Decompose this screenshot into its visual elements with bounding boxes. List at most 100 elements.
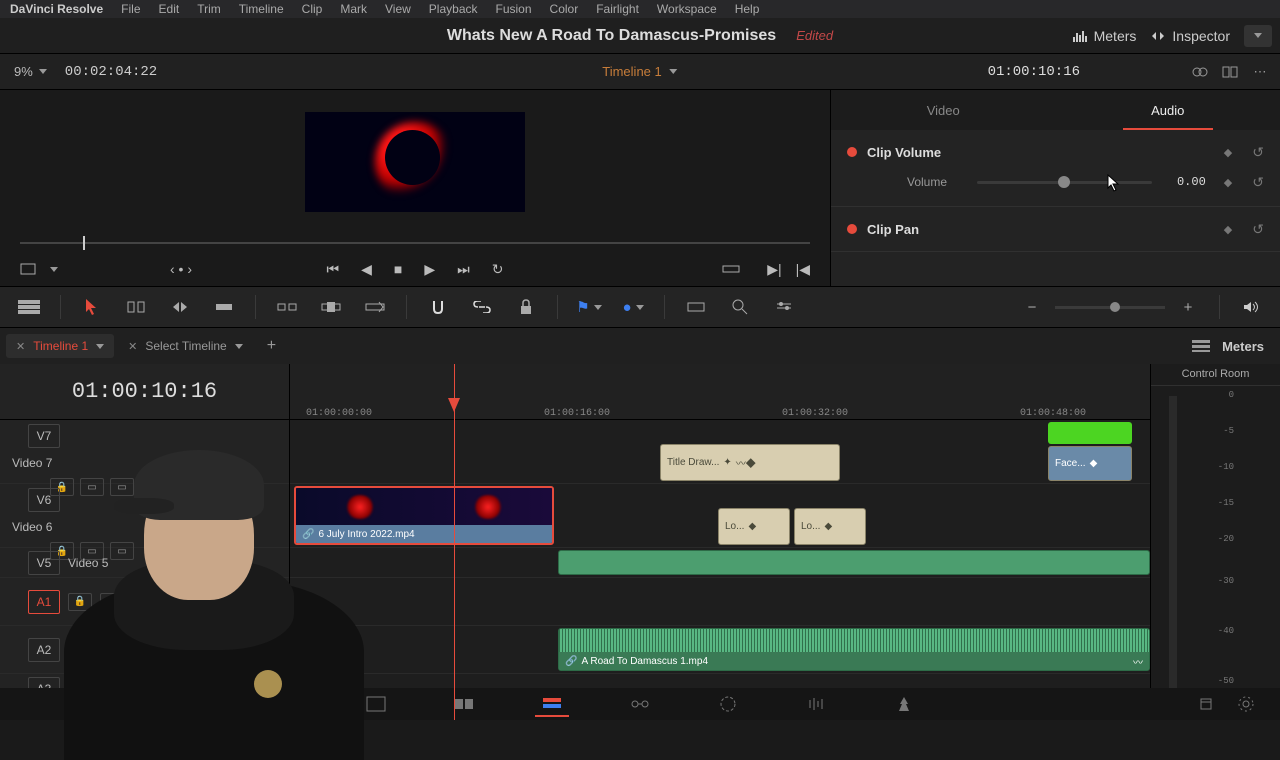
dynamic-trim-tool[interactable]	[167, 294, 193, 320]
deliver-page-button[interactable]	[890, 693, 918, 715]
track-lane-v6[interactable]: 🔗6 July Intro 2022.mp4 Lo...◆ Lo...◆	[290, 484, 1150, 548]
volume-slider[interactable]	[977, 181, 1152, 184]
single-dual-viewer-button[interactable]	[1220, 63, 1240, 81]
menu-trim[interactable]: Trim	[197, 2, 221, 16]
auto-select-icon[interactable]: ▭	[100, 593, 124, 611]
marker-dropdown[interactable]: ●	[620, 294, 646, 320]
lock-track-icon[interactable]: 🔒	[68, 593, 92, 611]
fusion-page-button[interactable]	[626, 693, 654, 715]
meters-panel-label[interactable]: Meters	[1222, 339, 1264, 354]
inspector-tab-video[interactable]: Video	[831, 90, 1056, 130]
blade-tool[interactable]	[211, 294, 237, 320]
cut-page-button[interactable]	[450, 693, 478, 715]
viewer-mode-dropdown[interactable]	[20, 263, 36, 275]
reset-button[interactable]: ↺	[1252, 174, 1264, 191]
layout-dropdown[interactable]	[1244, 25, 1272, 47]
lock-track-icon[interactable]: 🔒	[68, 641, 92, 659]
track-lane-a2[interactable]: 🔗A Road To Damascus 1.mp4〰	[290, 626, 1150, 674]
viewer-scrubber[interactable]	[20, 234, 810, 252]
in-out-button[interactable]	[722, 263, 740, 275]
selection-tool[interactable]	[79, 294, 105, 320]
menu-fairlight[interactable]: Fairlight	[596, 2, 639, 16]
viewer-canvas[interactable]	[0, 90, 830, 234]
viewer-options-button[interactable]: ⋯	[1250, 63, 1270, 81]
track-header-a1[interactable]: A1 🔒 ▭	[0, 578, 289, 626]
menu-file[interactable]: File	[121, 2, 140, 16]
jump-first-button[interactable]: ⏮	[327, 261, 340, 278]
clip-face[interactable]: Face...◆	[1048, 446, 1132, 481]
trim-tool[interactable]	[123, 294, 149, 320]
menu-fusion[interactable]: Fusion	[496, 2, 532, 16]
detail-zoom-button[interactable]	[727, 294, 753, 320]
snapping-toggle[interactable]	[425, 294, 451, 320]
viewer-timecode[interactable]: 01:00:10:16	[988, 64, 1080, 80]
flag-dropdown[interactable]: ⚑	[576, 294, 602, 320]
close-icon[interactable]: ✕	[128, 340, 137, 353]
keyframe-button[interactable]: ◆	[1224, 223, 1232, 236]
meters-toggle[interactable]: Meters	[1072, 28, 1137, 44]
stop-button[interactable]: ■	[394, 261, 402, 277]
zoom-in-button[interactable]: +	[1175, 294, 1201, 320]
volume-value[interactable]: 0.00	[1162, 175, 1206, 189]
track-id[interactable]: V5	[28, 551, 60, 575]
track-header-v7[interactable]: V7 Video 7 🔒 ▭ ▭	[0, 420, 289, 484]
timeline-ruler[interactable]: 01:00:00:00 01:00:16:00 01:00:32:00 01:0…	[290, 364, 1150, 420]
track-header-a2[interactable]: A2 🔒	[0, 626, 289, 674]
track-lane-v5[interactable]	[290, 548, 1150, 578]
menu-color[interactable]: Color	[550, 2, 579, 16]
overwrite-clip-button[interactable]	[318, 294, 344, 320]
timeline-view-options-button[interactable]	[16, 294, 42, 320]
menu-view[interactable]: View	[385, 2, 411, 16]
bypass-fx-button[interactable]	[1190, 63, 1210, 81]
clip-v5-strip[interactable]	[558, 550, 1150, 575]
close-icon[interactable]: ✕	[16, 340, 25, 353]
track-lane-a1[interactable]	[290, 578, 1150, 626]
menu-timeline[interactable]: Timeline	[239, 2, 284, 16]
timeline-tab-1[interactable]: ✕ Timeline 1	[6, 334, 114, 358]
keyframe-button[interactable]: ◆	[1224, 176, 1232, 189]
track-id[interactable]: V6	[28, 488, 60, 512]
clip-audio-main[interactable]: 🔗A Road To Damascus 1.mp4〰	[558, 628, 1150, 671]
track-id[interactable]: V7	[28, 424, 60, 448]
jump-last-button[interactable]: ⏭	[457, 261, 470, 278]
add-timeline-button[interactable]: +	[257, 337, 286, 355]
inspector-tab-audio[interactable]: Audio	[1056, 90, 1280, 130]
track-name[interactable]: Video 6	[8, 520, 281, 534]
zoom-out-button[interactable]: −	[1019, 294, 1045, 320]
color-page-button[interactable]	[714, 693, 742, 715]
media-page-button[interactable]	[362, 693, 390, 715]
viewer-zoom-dropdown[interactable]: 9%	[14, 64, 47, 79]
playhead-timecode[interactable]: 01:00:10:16	[0, 364, 289, 420]
replace-clip-button[interactable]	[362, 294, 388, 320]
timeline-zoom-slider[interactable]	[1055, 306, 1165, 309]
link-toggle[interactable]	[469, 294, 495, 320]
track-name[interactable]: Video 7	[8, 456, 281, 470]
fairlight-page-button[interactable]	[802, 693, 830, 715]
full-extent-zoom-button[interactable]	[683, 294, 709, 320]
menu-edit[interactable]: Edit	[159, 2, 180, 16]
monitor-audio-button[interactable]	[1238, 294, 1264, 320]
menu-playback[interactable]: Playback	[429, 2, 478, 16]
clip-intro-selected[interactable]: 🔗6 July Intro 2022.mp4	[294, 486, 554, 545]
keyframe-button[interactable]: ◆	[1224, 146, 1232, 159]
match-frame-button[interactable]: ‹ • ›	[170, 261, 192, 277]
timeline-name-dropdown[interactable]: Timeline 1	[602, 64, 661, 79]
clip-title-draw[interactable]: Title Draw...✦〰◆	[660, 444, 840, 481]
edit-page-button[interactable]	[538, 693, 566, 715]
clip-lo2[interactable]: Lo...◆	[794, 508, 866, 545]
play-reverse-button[interactable]: ◀	[361, 261, 372, 278]
custom-zoom-button[interactable]	[771, 294, 797, 320]
reset-button[interactable]: ↺	[1252, 221, 1264, 238]
insert-clip-button[interactable]	[274, 294, 300, 320]
project-settings-button[interactable]	[1232, 693, 1260, 715]
position-lock-toggle[interactable]	[513, 294, 539, 320]
inspector-toggle[interactable]: Inspector	[1150, 28, 1230, 44]
reset-button[interactable]: ↺	[1252, 144, 1264, 161]
next-clip-button[interactable]: ▶|	[767, 261, 781, 278]
track-name[interactable]: Video 5	[68, 556, 108, 570]
play-button[interactable]: ▶	[424, 261, 435, 278]
track-id[interactable]: A1	[28, 590, 60, 614]
track-header-v5[interactable]: V5 Video 5	[0, 548, 289, 578]
project-manager-button[interactable]	[1192, 693, 1220, 715]
index-view-button[interactable]	[1192, 340, 1210, 352]
